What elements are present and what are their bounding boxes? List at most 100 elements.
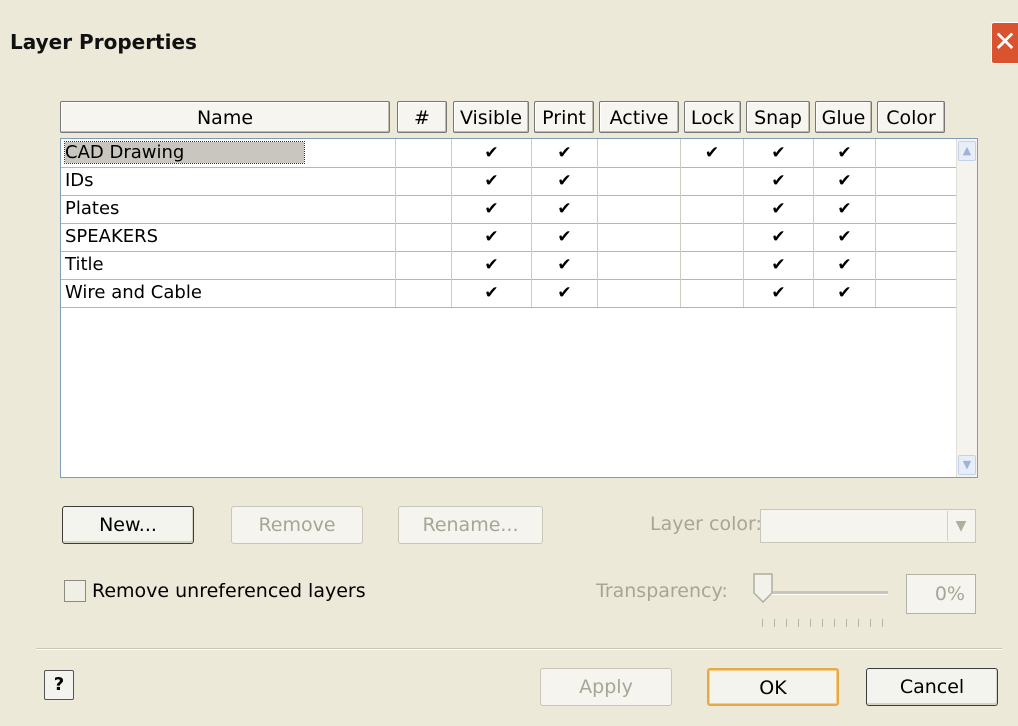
check-icon: ✔ xyxy=(771,143,786,163)
cell-active[interactable] xyxy=(598,223,681,251)
cell-lock[interactable] xyxy=(681,279,744,307)
check-icon: ✔ xyxy=(771,255,786,275)
cell-print[interactable]: ✔ xyxy=(532,139,598,167)
cell-name[interactable]: SPEAKERS xyxy=(61,223,396,251)
cell-print[interactable]: ✔ xyxy=(532,195,598,223)
table-row[interactable]: Plates ✔ ✔ ✔ ✔ xyxy=(61,195,957,224)
cell-glue[interactable]: ✔ xyxy=(814,139,876,167)
cell-glue[interactable]: ✔ xyxy=(814,167,876,195)
cell-name[interactable]: IDs xyxy=(61,167,396,195)
layer-grid: Name # Visible Print Active Lock Snap Gl… xyxy=(60,101,978,478)
cell-active[interactable] xyxy=(598,251,681,279)
cell-active[interactable] xyxy=(598,279,681,307)
table-row[interactable]: Title ✔ ✔ ✔ ✔ xyxy=(61,251,957,280)
cell-number[interactable] xyxy=(396,223,452,251)
cell-lock[interactable] xyxy=(681,223,744,251)
table-row[interactable]: IDs ✔ ✔ ✔ ✔ xyxy=(61,167,957,196)
check-icon: ✔ xyxy=(837,199,852,219)
close-icon[interactable]: ✕ xyxy=(991,22,1018,64)
grid-header: Name # Visible Print Active Lock Snap Gl… xyxy=(60,101,978,135)
column-header-color[interactable]: Color xyxy=(877,101,945,133)
column-header-visible[interactable]: Visible xyxy=(453,101,529,133)
layer-name: Title xyxy=(65,254,104,275)
cell-snap[interactable]: ✔ xyxy=(744,195,814,223)
check-icon: ✔ xyxy=(557,283,572,303)
remove-unreferenced-label[interactable]: Remove unreferenced layers xyxy=(92,580,366,602)
column-header-number[interactable]: # xyxy=(397,101,447,133)
scroll-down-icon[interactable]: ▼ xyxy=(958,455,976,475)
apply-button[interactable]: Apply xyxy=(540,668,672,706)
cell-visible[interactable]: ✔ xyxy=(452,223,532,251)
transparency-slider[interactable] xyxy=(760,591,888,595)
cell-color[interactable] xyxy=(876,223,957,251)
cell-snap[interactable]: ✔ xyxy=(744,223,814,251)
column-header-glue[interactable]: Glue xyxy=(815,101,872,133)
column-header-name[interactable]: Name xyxy=(60,101,390,133)
transparency-value[interactable]: 0% xyxy=(906,574,976,614)
chevron-down-icon[interactable]: ▼ xyxy=(947,511,974,541)
cell-visible[interactable]: ✔ xyxy=(452,139,532,167)
cell-active[interactable] xyxy=(598,167,681,195)
table-row[interactable]: SPEAKERS ✔ ✔ ✔ ✔ xyxy=(61,223,957,252)
help-icon[interactable]: ? xyxy=(44,670,74,700)
cell-glue[interactable]: ✔ xyxy=(814,223,876,251)
cell-snap[interactable]: ✔ xyxy=(744,251,814,279)
scroll-up-icon[interactable]: ▲ xyxy=(958,141,976,161)
cell-lock[interactable]: ✔ xyxy=(681,139,744,167)
table-row[interactable]: Wire and Cable ✔ ✔ ✔ ✔ xyxy=(61,279,957,308)
cell-visible[interactable]: ✔ xyxy=(452,195,532,223)
cell-snap[interactable]: ✔ xyxy=(744,167,814,195)
cell-name[interactable]: Plates xyxy=(61,195,396,223)
cell-number[interactable] xyxy=(396,167,452,195)
cell-glue[interactable]: ✔ xyxy=(814,279,876,307)
cell-number[interactable] xyxy=(396,195,452,223)
cell-color[interactable] xyxy=(876,195,957,223)
cell-lock[interactable] xyxy=(681,167,744,195)
column-header-snap[interactable]: Snap xyxy=(746,101,810,133)
cell-print[interactable]: ✔ xyxy=(532,279,598,307)
layer-list[interactable]: CAD Drawing ✔ ✔ ✔ ✔ ✔ IDs ✔ ✔ ✔ ✔ Plates ✔ ✔ ✔ ✔ SPEAKER… xyxy=(60,138,978,478)
cell-name[interactable]: Wire and Cable xyxy=(61,279,396,307)
layer-color-label: Layer color: xyxy=(650,513,762,535)
cell-lock[interactable] xyxy=(681,195,744,223)
column-header-active[interactable]: Active xyxy=(599,101,679,133)
cell-color[interactable] xyxy=(876,167,957,195)
column-header-lock[interactable]: Lock xyxy=(684,101,741,133)
column-header-print[interactable]: Print xyxy=(534,101,594,133)
rename-button[interactable]: Rename... xyxy=(398,506,543,544)
new-button[interactable]: New... xyxy=(62,506,194,544)
check-icon: ✔ xyxy=(557,199,572,219)
cell-number[interactable] xyxy=(396,139,452,167)
vertical-scrollbar[interactable]: ▲ ▼ xyxy=(956,139,977,477)
slider-thumb-icon[interactable] xyxy=(753,573,773,603)
remove-unreferenced-checkbox[interactable] xyxy=(64,580,86,602)
cell-visible[interactable]: ✔ xyxy=(452,251,532,279)
cell-visible[interactable]: ✔ xyxy=(452,279,532,307)
check-icon: ✔ xyxy=(771,283,786,303)
cell-print[interactable]: ✔ xyxy=(532,223,598,251)
remove-button[interactable]: Remove xyxy=(231,506,363,544)
cell-print[interactable]: ✔ xyxy=(532,251,598,279)
cell-lock[interactable] xyxy=(681,251,744,279)
cell-name[interactable]: Title xyxy=(61,251,396,279)
cell-name[interactable]: CAD Drawing xyxy=(61,139,396,167)
cell-snap[interactable]: ✔ xyxy=(744,139,814,167)
ok-button[interactable]: OK xyxy=(707,668,839,706)
cell-print[interactable]: ✔ xyxy=(532,167,598,195)
cell-number[interactable] xyxy=(396,251,452,279)
cell-active[interactable] xyxy=(598,139,681,167)
check-icon: ✔ xyxy=(557,171,572,191)
cell-glue[interactable]: ✔ xyxy=(814,251,876,279)
cell-color[interactable] xyxy=(876,251,957,279)
cell-color[interactable] xyxy=(876,279,957,307)
table-row[interactable]: CAD Drawing ✔ ✔ ✔ ✔ ✔ xyxy=(61,139,957,168)
cell-active[interactable] xyxy=(598,195,681,223)
cell-visible[interactable]: ✔ xyxy=(452,167,532,195)
cell-number[interactable] xyxy=(396,279,452,307)
cell-color[interactable] xyxy=(876,139,957,167)
cell-snap[interactable]: ✔ xyxy=(744,279,814,307)
check-icon: ✔ xyxy=(704,143,720,163)
layer-color-select[interactable]: ▼ xyxy=(760,509,976,543)
cancel-button[interactable]: Cancel xyxy=(866,668,998,706)
cell-glue[interactable]: ✔ xyxy=(814,195,876,223)
